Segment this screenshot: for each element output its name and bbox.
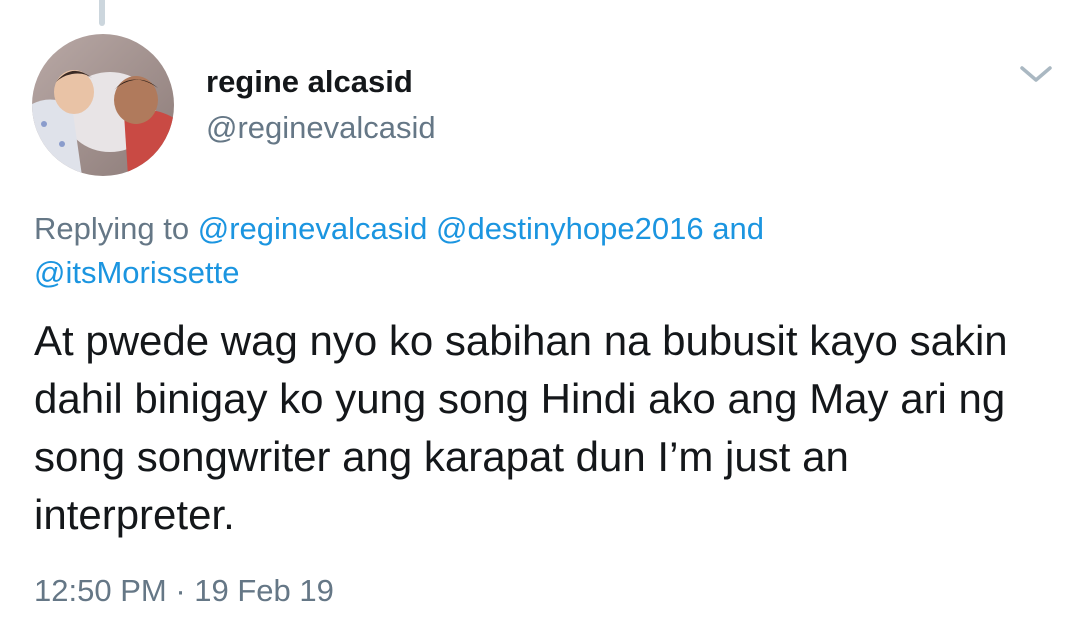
- tweet-menu-button[interactable]: [1014, 58, 1058, 88]
- tweet-date: 19 Feb 19: [194, 573, 334, 608]
- avatar-photo-icon: [32, 34, 174, 176]
- display-name[interactable]: regine alcasid: [206, 64, 436, 100]
- replying-to-label: Replying to: [34, 211, 198, 246]
- thread-connector-line: [99, 0, 105, 26]
- user-handle[interactable]: @reginevalcasid: [206, 110, 436, 146]
- replying-to: Replying to @reginevalcasid @destinyhope…: [34, 207, 1044, 295]
- mention-link[interactable]: @destinyhope2016: [436, 211, 704, 246]
- timestamp-separator: ·: [166, 573, 195, 608]
- tweet-timestamp[interactable]: 12:50 PM · 19 Feb 19: [34, 571, 334, 611]
- author-info: regine alcasid @reginevalcasid: [206, 64, 436, 146]
- mention-link[interactable]: @itsMorissette: [34, 255, 239, 290]
- tweet-card: regine alcasid @reginevalcasid Replying …: [0, 0, 1080, 632]
- mention-and-others-link[interactable]: and: [712, 211, 764, 246]
- chevron-down-icon: [1020, 66, 1052, 82]
- mention-link[interactable]: @reginevalcasid: [198, 211, 428, 246]
- tweet-text: At pwede wag nyo ko sabihan na bubusit k…: [34, 317, 1008, 538]
- avatar[interactable]: [32, 34, 174, 176]
- tweet-time: 12:50 PM: [34, 573, 167, 608]
